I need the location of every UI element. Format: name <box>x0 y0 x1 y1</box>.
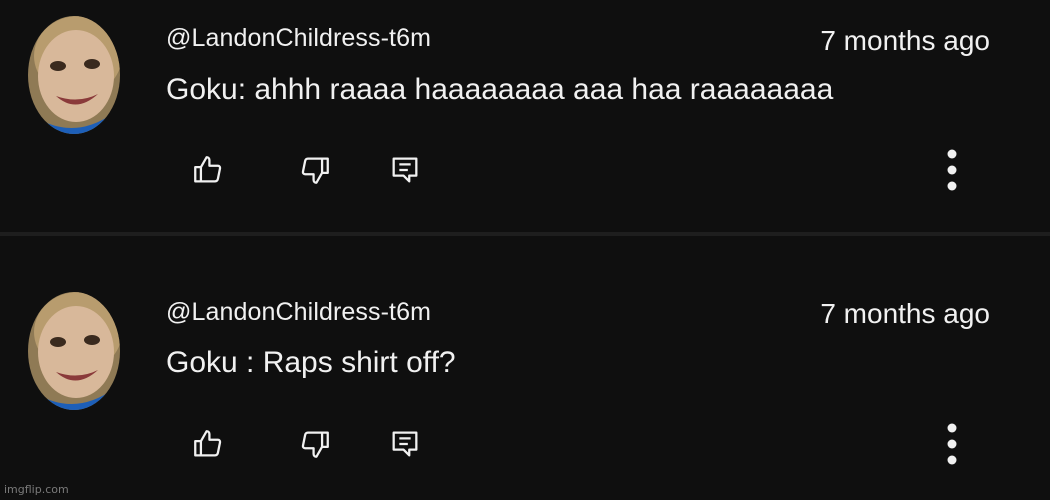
comment-text: Goku: ahhh raaaa haaaaaaaa aaa haa raaaa… <box>166 73 834 106</box>
avatar[interactable] <box>28 292 120 410</box>
more-options-button[interactable] <box>932 146 972 194</box>
comment-timestamp[interactable]: 7 months ago <box>820 25 990 57</box>
more-options-button[interactable] <box>932 420 972 468</box>
dislike-button[interactable] <box>295 150 335 190</box>
comment-author[interactable]: @LandonChildress-t6m <box>166 298 431 327</box>
reply-button[interactable] <box>385 424 425 464</box>
thumbs-down-icon <box>301 431 329 458</box>
comment-divider <box>0 232 1050 236</box>
watermark: imgflip.com <box>4 483 69 496</box>
thumbs-up-icon <box>194 156 222 183</box>
dislike-button[interactable] <box>295 424 335 464</box>
like-button[interactable] <box>188 424 228 464</box>
more-vertical-icon <box>947 423 957 465</box>
avatar-image <box>28 292 120 410</box>
reply-icon <box>392 157 418 183</box>
comment-timestamp[interactable]: 7 months ago <box>820 298 990 330</box>
comment: @LandonChildress-t6m 7 months ago Goku: … <box>0 0 1050 228</box>
comment: @LandonChildress-t6m 7 months ago Goku :… <box>0 238 1050 500</box>
avatar[interactable] <box>28 16 120 134</box>
avatar-image <box>28 16 120 134</box>
comment-author[interactable]: @LandonChildress-t6m <box>166 24 431 53</box>
reply-button[interactable] <box>385 150 425 190</box>
comment-text: Goku : Raps shirt off? <box>166 346 456 379</box>
reply-icon <box>392 431 418 457</box>
more-vertical-icon <box>947 149 957 191</box>
thumbs-up-icon <box>194 430 222 457</box>
thumbs-down-icon <box>301 157 329 184</box>
like-button[interactable] <box>188 150 228 190</box>
